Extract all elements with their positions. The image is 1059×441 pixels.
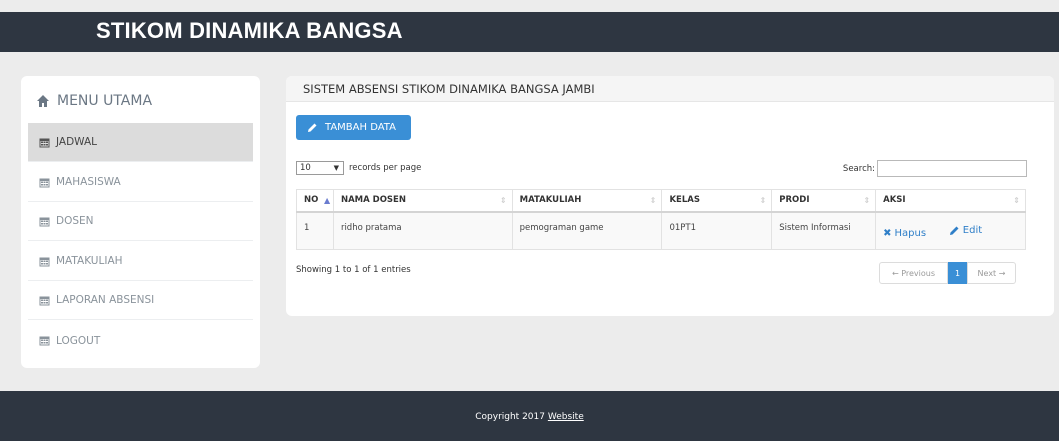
sidebar-title-label: MENU UTAMA xyxy=(57,93,153,109)
sidebar-item-label: LAPORAN ABSENSI xyxy=(56,294,155,306)
column-header-kelas[interactable]: KELAS ⇕ xyxy=(661,189,773,213)
website-link[interactable]: Website xyxy=(548,412,584,422)
column-header-prodi[interactable]: PRODI ⇕ xyxy=(771,189,877,213)
tambah-data-label: TAMBAH DATA xyxy=(325,122,396,133)
column-header-no[interactable]: NO ▲ xyxy=(296,189,334,213)
brand-title[interactable]: STIKOM DINAMIKA BANGSA xyxy=(96,18,403,44)
tambah-data-button[interactable]: TAMBAH DATA xyxy=(296,115,411,140)
copyright-text: Copyright 2017 xyxy=(475,412,545,422)
sidebar-item-label: JADWAL xyxy=(56,136,98,148)
sidebar-item-jadwal[interactable]: JADWAL xyxy=(28,123,253,162)
home-icon xyxy=(37,95,49,107)
hapus-label: Hapus xyxy=(894,227,927,239)
table-row: 1 ridho pratama pemograman game 01PT1 Si… xyxy=(296,211,1026,250)
sidebar-item-laporan-absensi[interactable]: LAPORAN ABSENSI xyxy=(28,281,253,320)
edit-label: Edit xyxy=(962,224,983,236)
sidebar-item-mahasiswa[interactable]: MAHASISWA xyxy=(28,163,253,202)
calendar-icon xyxy=(39,296,50,305)
column-header-nama-dosen[interactable]: NAMA DOSEN ⇕ xyxy=(332,189,513,213)
calendar-icon xyxy=(39,336,50,346)
sort-icon: ⇕ xyxy=(499,196,507,205)
cell-no: 1 xyxy=(296,211,334,250)
sort-icon: ⇕ xyxy=(1013,196,1020,205)
sidebar-item-label: DOSEN xyxy=(56,215,94,227)
calendar-icon xyxy=(39,217,50,226)
edit-button[interactable]: Edit xyxy=(949,225,982,236)
search-box: Search: xyxy=(843,160,1027,177)
sidebar-item-dosen[interactable]: DOSEN xyxy=(28,202,253,241)
calendar-icon xyxy=(39,178,50,187)
calendar-icon xyxy=(39,138,50,147)
sidebar: MENU UTAMA JADWAL MAHASISWA DOSEN MATAKU… xyxy=(21,76,260,368)
cell-prodi: Sistem Informasi xyxy=(771,211,877,250)
table-info: Showing 1 to 1 of 1 entries xyxy=(296,265,411,275)
table-header-row: NO ▲ NAMA DOSEN ⇕ MATAKULIAH ⇕ KELAS ⇕ PRODI… xyxy=(296,189,1026,213)
caret-down-icon: ▼ xyxy=(333,164,339,172)
previous-page-button[interactable]: ← Previous xyxy=(879,262,948,284)
top-bar: STIKOM DINAMIKA BANGSA xyxy=(0,12,1059,52)
column-header-aksi[interactable]: AKSI ⇕ xyxy=(875,189,1026,213)
footer: Copyright 2017 Website xyxy=(0,391,1059,441)
sidebar-item-logout[interactable]: LOGOUT xyxy=(28,321,253,360)
main-panel: SISTEM ABSENSI STIKOM DINAMIKA BANGSA JA… xyxy=(286,76,1054,316)
records-per-page-label: records per page xyxy=(349,163,422,173)
records-per-page: 10 ▼ records per page xyxy=(296,161,421,175)
sort-icon: ⇕ xyxy=(863,196,871,205)
cell-nama-dosen: ridho pratama xyxy=(332,211,513,250)
cell-matakuliah: pemograman game xyxy=(511,211,663,250)
search-input[interactable] xyxy=(877,160,1027,177)
pencil-icon xyxy=(949,226,959,235)
records-per-page-value: 10 xyxy=(300,163,311,173)
sort-asc-icon: ▲ xyxy=(324,196,331,205)
pagination: ← Previous 1 Next → xyxy=(879,262,1016,284)
search-label: Search: xyxy=(842,163,875,174)
panel-title: SISTEM ABSENSI STIKOM DINAMIKA BANGSA JA… xyxy=(286,76,1054,102)
sort-icon: ⇕ xyxy=(759,196,767,205)
sidebar-title: MENU UTAMA xyxy=(36,93,152,109)
pencil-icon xyxy=(308,123,317,132)
records-per-page-select[interactable]: 10 ▼ xyxy=(296,161,344,175)
cell-aksi: ✖ Hapus Edit xyxy=(875,211,1026,250)
current-page-button[interactable]: 1 xyxy=(948,262,967,284)
hapus-button[interactable]: ✖ Hapus xyxy=(883,228,926,239)
column-header-matakuliah[interactable]: MATAKULIAH ⇕ xyxy=(511,189,663,213)
sidebar-item-label: LOGOUT xyxy=(56,334,101,347)
sort-icon: ⇕ xyxy=(649,196,657,205)
calendar-icon xyxy=(39,257,50,266)
cell-kelas: 01PT1 xyxy=(661,211,773,250)
sidebar-item-label: MATAKULIAH xyxy=(56,255,123,267)
next-page-button[interactable]: Next → xyxy=(967,262,1016,284)
jadwal-table: NO ▲ NAMA DOSEN ⇕ MATAKULIAH ⇕ KELAS ⇕ PRODI… xyxy=(296,189,1026,250)
sidebar-item-label: MAHASISWA xyxy=(56,176,121,188)
close-icon: ✖ xyxy=(883,227,892,239)
sidebar-item-matakuliah[interactable]: MATAKULIAH xyxy=(28,242,253,281)
